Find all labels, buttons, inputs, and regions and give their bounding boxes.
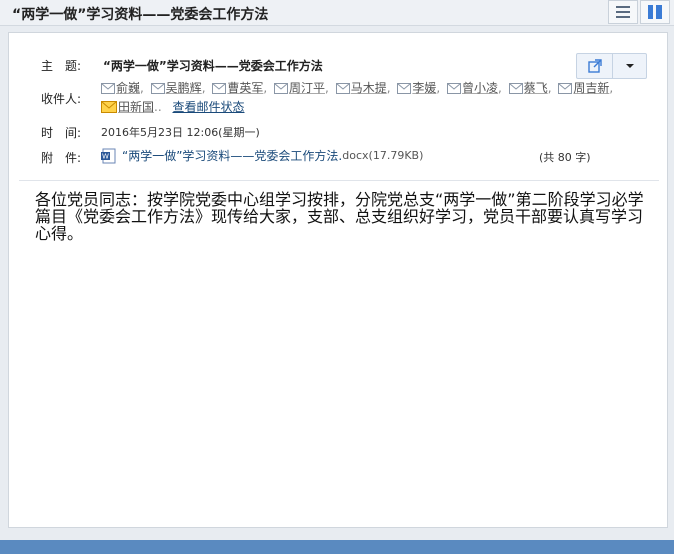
view-mail-status-link[interactable]: 查看邮件状态 <box>172 100 244 114</box>
mail-action-group <box>576 53 647 79</box>
recipient-item[interactable]: 周汀平 <box>274 79 325 98</box>
bottom-status-bar <box>0 540 674 554</box>
attachment-label: 附 件: <box>41 151 82 165</box>
recipient-item[interactable]: 马木提 <box>335 79 387 98</box>
recipient-name: 田新国 <box>118 100 155 114</box>
mail-envelope-icon <box>447 83 462 94</box>
mail-time: 2016年5月23日 12:06(星期一) <box>101 126 260 139</box>
recipient-item[interactable]: 俞巍 <box>101 79 140 98</box>
header-divider <box>19 180 659 181</box>
attachment-item[interactable]: W “两学一做”学习资料——党委会工作方法. docx (17.79KB) <box>101 147 423 164</box>
list-view-button[interactable] <box>608 0 638 24</box>
recipient-name: 李媛 <box>412 81 437 95</box>
window-title: “两学一做”学习资料——党委会工作方法 <box>12 7 269 23</box>
mail-body: 各位党员同志：按学院党委中心组学习按排，分院党总支“两学一做”第二阶段学习必学篇… <box>35 190 644 243</box>
subject-label: 主 题: <box>41 59 82 73</box>
recipient-name: 周汀平 <box>289 81 326 95</box>
time-label: 时 间: <box>41 126 82 140</box>
mail-envelope-icon <box>397 83 412 94</box>
more-actions-dropdown[interactable] <box>612 54 646 78</box>
recipient-item[interactable]: 蔡飞 <box>508 79 548 98</box>
mail-envelope-icon <box>101 83 115 94</box>
mail-unread-icon <box>101 101 117 113</box>
open-external-icon <box>587 59 602 73</box>
recipients-more: .. <box>154 100 162 114</box>
svg-text:W: W <box>102 152 109 160</box>
mail-envelope-icon <box>335 83 350 94</box>
mail-envelope-icon <box>150 83 165 94</box>
recipients-label: 收件人: <box>41 92 82 106</box>
word-doc-icon: W <box>101 148 116 163</box>
mail-reader-card: 主 题: “两学一做”学习资料——党委会工作方法 收件人: 俞巍, 吴鹏辉, 曹… <box>8 32 668 528</box>
attachment-extension: docx <box>342 149 369 162</box>
recipient-item[interactable]: 吴鹏辉 <box>150 79 202 98</box>
mail-envelope-icon <box>212 83 227 94</box>
attachment-name[interactable]: “两学一做”学习资料——党委会工作方法. <box>122 147 342 164</box>
mail-envelope-icon <box>508 83 523 94</box>
recipient-item[interactable]: 李媛 <box>397 79 436 98</box>
mail-subject: “两学一做”学习资料——党委会工作方法 <box>103 59 323 73</box>
recipient-list: 俞巍, 吴鹏辉, 曹英军, 周汀平, 马木提, 李媛, 曾小凌, 蔡飞, 周吉新… <box>101 79 641 117</box>
recipient-name: 曹英军 <box>227 81 264 95</box>
attachment-word-count: (共 80 字) <box>539 151 591 164</box>
caret-down-icon <box>625 64 634 68</box>
recipient-item[interactable]: 田新国 <box>101 98 154 117</box>
recipient-name: 周吉新 <box>573 81 610 95</box>
split-view-icon <box>648 5 662 19</box>
split-view-button[interactable] <box>640 0 670 24</box>
attachment-size: (17.79KB) <box>368 149 424 162</box>
recipient-item[interactable]: 曹英军 <box>212 79 263 98</box>
mail-envelope-icon <box>558 83 573 94</box>
recipient-name: 蔡飞 <box>523 81 548 95</box>
recipient-item[interactable]: 周吉新 <box>558 79 609 98</box>
recipient-name: 俞巍 <box>116 81 141 95</box>
mail-header: 主 题: “两学一做”学习资料——党委会工作方法 收件人: 俞巍, 吴鹏辉, 曹… <box>9 33 667 173</box>
list-view-icon <box>616 6 630 18</box>
recipient-name: 马木提 <box>350 81 387 95</box>
view-toggle-group <box>606 0 670 24</box>
recipient-name: 曾小凌 <box>462 81 499 95</box>
mail-envelope-icon <box>274 83 289 94</box>
recipient-name: 吴鹏辉 <box>165 81 202 95</box>
open-in-new-window-button[interactable] <box>577 54 612 78</box>
window-titlebar: “两学一做”学习资料——党委会工作方法 <box>0 0 674 26</box>
recipient-item[interactable]: 曾小凌 <box>447 79 498 98</box>
